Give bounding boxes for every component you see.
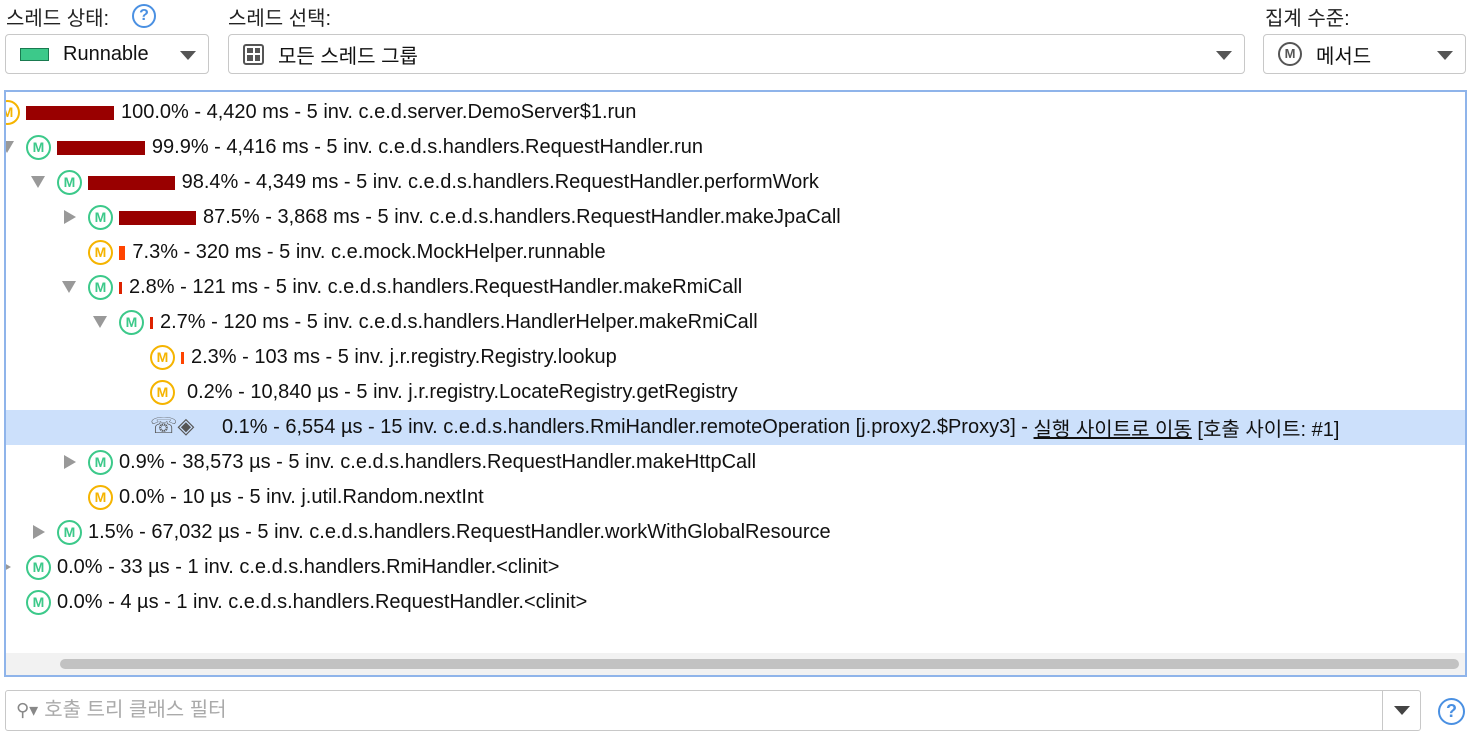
class-filter-input[interactable] — [44, 699, 1345, 722]
tree-row[interactable]: M 0.9% - 38,573 µs - 5 inv. c.e.d.s.handl… — [6, 445, 1465, 480]
method-icon: M — [57, 170, 82, 195]
tree-row[interactable]: M 7.3% - 320 ms - 5 inv. c.e.mock.MockHel… — [6, 235, 1465, 270]
chevron-down-icon — [1216, 51, 1232, 60]
tree-row[interactable]: M 99.9% - 4,416 ms - 5 inv. c.e.d.s.handl… — [6, 130, 1465, 165]
thread-select-dropdown[interactable]: 모든 스레드 그룹 — [228, 34, 1245, 74]
aggregation-value: 메서드 — [1316, 45, 1372, 68]
method-icon: M — [26, 555, 51, 580]
expand-open-icon[interactable] — [31, 176, 45, 188]
method-icon: M — [1278, 42, 1302, 66]
tree-row[interactable]: M 2.7% - 120 ms - 5 inv. c.e.d.s.handlers… — [6, 305, 1465, 340]
tree-row[interactable]: M 0.0% - 10 µs - 5 inv. j.util.Random.nex… — [6, 480, 1465, 515]
method-icon: M — [57, 520, 82, 545]
chevron-down-icon — [1437, 51, 1453, 60]
aggregation-dropdown[interactable]: M 메서드 — [1263, 34, 1466, 74]
method-icon: M — [88, 275, 113, 300]
call-site-label: [호출 사이트: #1] — [1191, 419, 1340, 441]
tree-row[interactable]: M 2.3% - 103 ms - 5 inv. j.r.registry.Reg… — [6, 340, 1465, 375]
expand-closed-icon[interactable] — [6, 563, 11, 571]
node-text: 1.5% - 67,032 µs - 5 inv. c.e.d.s.handle… — [88, 521, 831, 543]
filter-history-dropdown[interactable] — [1382, 691, 1420, 730]
node-text: 2.3% - 103 ms - 5 inv. j.r.registry.Regi… — [191, 346, 617, 368]
method-icon: M — [150, 380, 175, 405]
time-bar — [57, 140, 145, 155]
tree-row[interactable]: M 0.0% - 33 µs - 1 inv. c.e.d.s.handlers.… — [6, 550, 1465, 585]
thread-select-value: 모든 스레드 그룹 — [278, 45, 418, 68]
tree-row[interactable]: M 0.0% - 4 µs - 1 inv. c.e.d.s.handlers.R… — [6, 585, 1465, 620]
thread-group-icon — [243, 43, 264, 65]
rmi-call-icon: ☏◈ — [150, 413, 195, 438]
tree-row[interactable]: M 0.2% - 10,840 µs - 5 inv. j.r.registry.… — [6, 375, 1465, 410]
thread-state-label: 스레드 상태: — [6, 8, 110, 30]
expand-closed-icon[interactable] — [64, 210, 76, 224]
node-text: 87.5% - 3,868 ms - 5 inv. c.e.d.s.handle… — [203, 206, 841, 228]
thread-select-label: 스레드 선택: — [228, 8, 332, 30]
aggregation-label: 집계 수준: — [1265, 8, 1350, 30]
node-text: 0.2% - 10,840 µs - 5 inv. j.r.registry.L… — [187, 381, 738, 403]
expand-closed-icon[interactable] — [64, 455, 76, 469]
expand-open-icon[interactable] — [93, 316, 107, 328]
time-bar — [181, 351, 184, 364]
thread-state-dropdown[interactable]: Runnable — [5, 34, 209, 74]
tree-row[interactable]: M 87.5% - 3,868 ms - 5 inv. c.e.d.s.handl… — [6, 200, 1465, 235]
thread-state-value: Runnable — [63, 42, 149, 65]
horizontal-scrollbar[interactable] — [6, 653, 1465, 675]
tree-row[interactable]: M 1.5% - 67,032 µs - 5 inv. c.e.d.s.handl… — [6, 515, 1465, 550]
search-icon: ⚲▾ — [16, 700, 39, 720]
node-text: 7.3% - 320 ms - 5 inv. c.e.mock.MockHelp… — [132, 241, 606, 263]
class-filter[interactable]: ⚲▾ — [5, 690, 1421, 731]
method-icon: M — [88, 485, 113, 510]
node-text: 98.4% - 4,349 ms - 5 inv. c.e.d.s.handle… — [181, 171, 819, 193]
time-bar — [119, 210, 196, 225]
filter-help-icon[interactable]: ? — [1438, 698, 1465, 725]
tree-row[interactable]: M 98.4% - 4,349 ms - 5 inv. c.e.d.s.handl… — [6, 165, 1465, 200]
tree-row[interactable]: M 2.8% - 121 ms - 5 inv. c.e.d.s.handlers… — [6, 270, 1465, 305]
method-icon: M — [119, 310, 144, 335]
method-icon: M — [6, 100, 20, 125]
method-icon: M — [88, 450, 113, 475]
node-text: 2.7% - 120 ms - 5 inv. c.e.d.s.handlers.… — [160, 311, 758, 333]
node-text: 2.8% - 121 ms - 5 inv. c.e.d.s.handlers.… — [129, 276, 743, 298]
help-icon[interactable]: ? — [132, 4, 156, 28]
expand-open-icon[interactable] — [62, 281, 76, 293]
method-icon: M — [150, 345, 175, 370]
method-icon: M — [88, 240, 113, 265]
scrollbar-thumb[interactable] — [60, 659, 1459, 669]
expand-closed-icon[interactable] — [33, 525, 45, 539]
time-bar — [119, 281, 122, 294]
node-text: 0.0% - 33 µs - 1 inv. c.e.d.s.handlers.R… — [57, 556, 560, 578]
node-text: 0.0% - 4 µs - 1 inv. c.e.d.s.handlers.Re… — [57, 591, 588, 613]
tree-row[interactable]: M 100.0% - 4,420 ms - 5 inv. c.e.d.server… — [6, 95, 1465, 130]
method-icon: M — [26, 590, 51, 615]
runnable-color-swatch — [20, 47, 49, 61]
chevron-down-icon — [1394, 706, 1410, 715]
node-text: 0.1% - 6,554 µs - 15 inv. c.e.d.s.handle… — [222, 416, 1034, 438]
go-to-call-site-link[interactable]: 실행 사이트로 이동 — [1034, 413, 1192, 442]
node-text: 99.9% - 4,416 ms - 5 inv. c.e.d.s.handle… — [151, 136, 703, 158]
chevron-down-icon — [180, 51, 196, 60]
time-bar — [26, 105, 114, 120]
time-bar — [150, 316, 153, 329]
expand-open-icon[interactable] — [6, 141, 14, 153]
node-text: 100.0% - 4,420 ms - 5 inv. c.e.d.server.… — [121, 101, 637, 123]
node-text: 0.9% - 38,573 µs - 5 inv. c.e.d.s.handle… — [119, 451, 757, 473]
node-text: 0.0% - 10 µs - 5 inv. j.util.Random.next… — [119, 486, 484, 508]
method-icon: M — [88, 205, 113, 230]
call-tree[interactable]: M 100.0% - 4,420 ms - 5 inv. c.e.d.server… — [4, 90, 1467, 677]
time-bar — [119, 245, 126, 260]
method-icon: M — [26, 135, 51, 160]
time-bar — [88, 175, 175, 190]
tree-row[interactable]: ☏◈ 0.1% - 6,554 µs - 15 inv. c.e.d.s.hand… — [6, 410, 1465, 445]
